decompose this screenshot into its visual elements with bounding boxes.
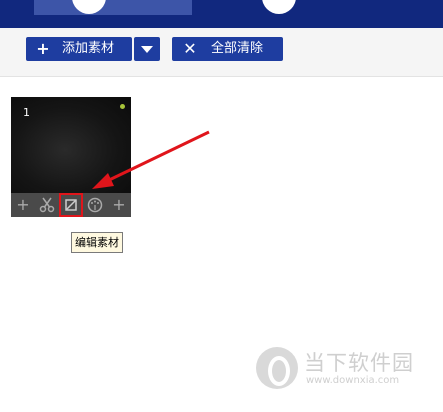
watermark-url: www.downxia.com bbox=[306, 375, 400, 386]
watermark: 当下软件园 www.downxia.com bbox=[256, 343, 443, 403]
watermark-logo-icon bbox=[256, 347, 298, 389]
watermark-name: 当下软件园 bbox=[304, 351, 414, 375]
